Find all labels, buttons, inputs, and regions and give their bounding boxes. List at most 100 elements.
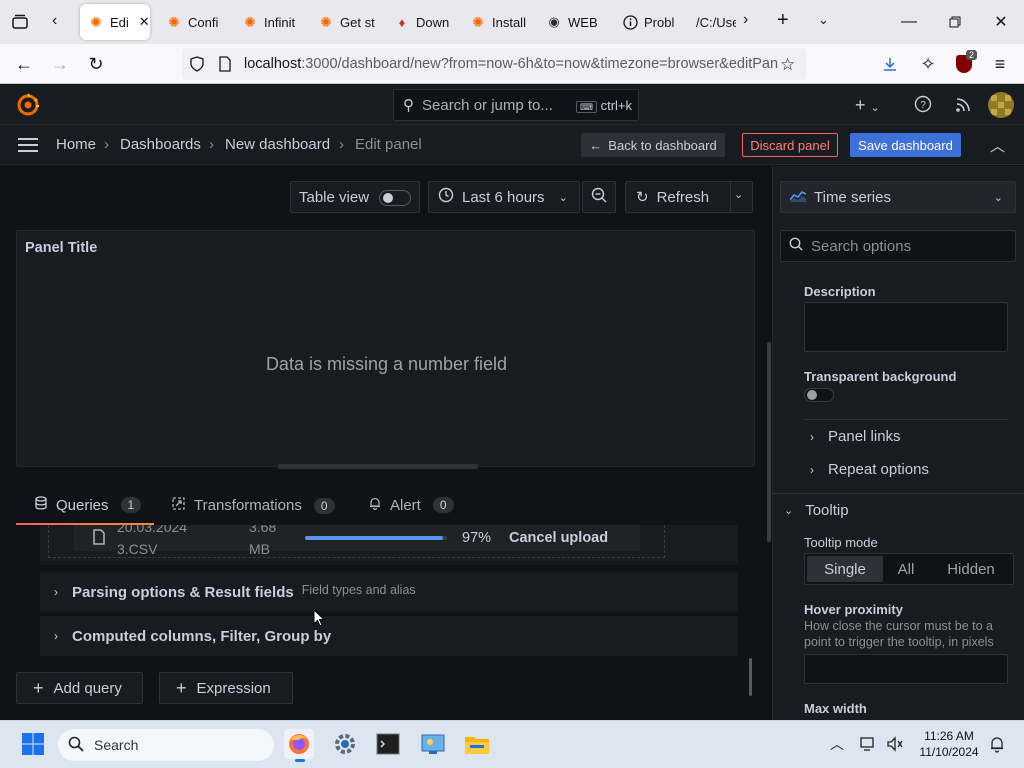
windows-start-icon[interactable] (18, 729, 48, 759)
taskbar-search[interactable]: Search (58, 729, 274, 761)
scrollbar-thumb[interactable] (749, 658, 752, 696)
resize-handle[interactable] (278, 464, 478, 469)
control-panel-icon[interactable] (418, 729, 448, 759)
search-placeholder: Search or jump to... (422, 96, 553, 114)
tab-edit-panel[interactable]: ✺ Edi ✕ (80, 4, 150, 40)
tooltip-mode-hidden[interactable]: Hidden (931, 561, 1011, 578)
news-rss-icon[interactable] (955, 95, 973, 113)
panel-links-section[interactable]: › Panel links (810, 428, 901, 445)
page-info-icon[interactable] (218, 56, 234, 72)
tab-transformations[interactable]: Transformations 0 (171, 496, 335, 515)
visualization-label: Time series (814, 188, 891, 206)
chevron-right-icon: › (810, 429, 814, 444)
panel-title[interactable]: Panel Title (25, 240, 97, 256)
hover-proximity-input[interactable] (804, 654, 1008, 684)
tab-overview-icon[interactable] (10, 12, 30, 32)
tab-label: /C:/Use (696, 14, 736, 30)
tooltip-section[interactable]: ⌄ Tooltip (784, 502, 849, 519)
add-expression-button[interactable]: + Expression (159, 672, 293, 704)
forward-arrow-icon[interactable]: → (44, 48, 76, 80)
tab-problem[interactable]: Probl (614, 4, 682, 40)
minimize-icon[interactable]: — (886, 0, 932, 44)
breadcrumb-home[interactable]: Home (56, 136, 96, 153)
chevron-down-icon: ⌄ (993, 191, 1003, 204)
divider (772, 493, 1024, 494)
settings-gear-icon[interactable] (330, 729, 360, 759)
help-icon[interactable]: ? (914, 95, 932, 113)
chevron-up-icon[interactable]: ︿ (990, 135, 1005, 156)
back-to-dashboard-button[interactable]: ← Back to dashboard (581, 133, 725, 157)
tab-file[interactable]: /C:/Use (690, 4, 736, 40)
reload-icon[interactable]: ↻ (80, 48, 112, 80)
firefox-icon[interactable] (284, 729, 314, 759)
breadcrumb-new-dashboard[interactable]: New dashboard (225, 136, 330, 153)
table-view-toggle[interactable]: Table view (290, 181, 420, 213)
tab-alert[interactable]: Alert 0 (368, 496, 454, 514)
description-textarea[interactable] (804, 302, 1008, 352)
computed-columns-section[interactable]: › Computed columns, Filter, Group by (40, 616, 738, 656)
tab-infinity[interactable]: ✺ Infinit (234, 4, 302, 40)
grafana-icon: ✺ (168, 13, 180, 30)
network-icon[interactable] (860, 736, 878, 752)
new-tab-icon[interactable]: + (777, 9, 789, 32)
hamburger-menu-icon[interactable] (18, 137, 38, 153)
notification-bell-icon[interactable] (988, 735, 1006, 753)
upload-filename-line2: 3.CSV (117, 541, 158, 557)
tab-download[interactable]: ♦ Down (386, 4, 454, 40)
terminal-icon[interactable] (373, 729, 403, 759)
tab-get-started[interactable]: ✺ Get st (310, 4, 378, 40)
chevron-down-icon[interactable]: ⌄ (734, 188, 743, 201)
tooltip-mode-single[interactable]: Single (807, 561, 883, 578)
add-new-icon[interactable]: + ⌄ (855, 95, 880, 116)
global-search-input[interactable]: ⚲ Search or jump to... ⌨ ctrl+k (393, 89, 639, 121)
time-range-picker[interactable]: Last 6 hours ⌄ (428, 181, 580, 213)
refresh-button[interactable]: ↻ Refresh ⌄ (625, 181, 753, 213)
url-bar[interactable]: localhost:3000/dashboard/new?from=now-6h… (182, 48, 806, 80)
tooltip-mode-all[interactable]: All (885, 561, 927, 578)
visualization-picker[interactable]: Time series ⌄ (780, 181, 1016, 213)
cancel-upload-button[interactable]: Cancel upload (509, 530, 608, 546)
arrow-left-icon: ← (589, 137, 603, 153)
breadcrumb-dashboards[interactable]: Dashboards (120, 136, 201, 153)
downloads-icon[interactable] (874, 48, 906, 80)
search-options-input[interactable]: Search options (780, 230, 1016, 262)
tab-config[interactable]: ✺ Confi (158, 4, 226, 40)
scroll-tabs-right-icon[interactable]: › (743, 11, 748, 29)
plus-icon: + (176, 677, 187, 698)
maximize-icon[interactable] (932, 0, 978, 44)
file-explorer-icon[interactable] (462, 729, 492, 759)
menu-icon[interactable]: ≡ (984, 48, 1016, 80)
shield-icon[interactable] (190, 56, 210, 72)
tooltip-mode-label: Tooltip mode (804, 535, 878, 550)
save-dashboard-button[interactable]: Save dashboard (850, 133, 961, 157)
scroll-tabs-left-icon[interactable]: ‹ (52, 12, 70, 32)
tab-install[interactable]: ✺ Install (462, 4, 532, 40)
list-tabs-icon[interactable]: ⌄ (818, 12, 829, 28)
tab-web[interactable]: ◉ WEB (538, 4, 606, 40)
add-query-button[interactable]: + Add query (16, 672, 143, 704)
volume-muted-icon[interactable] (886, 736, 904, 752)
panel-links-label: Panel links (828, 428, 901, 445)
tab-queries[interactable]: Queries 1 (34, 496, 142, 514)
parsing-options-section[interactable]: › Parsing options & Result fields Field … (40, 572, 738, 612)
user-avatar[interactable] (988, 92, 1014, 118)
discard-panel-button[interactable]: Discard panel (742, 133, 838, 157)
main-scrollbar-thumb[interactable] (767, 342, 771, 542)
zoom-out-button[interactable] (582, 181, 616, 213)
repeat-options-section[interactable]: › Repeat options (810, 461, 929, 478)
bookmark-star-icon[interactable]: ☆ (780, 55, 795, 75)
close-window-icon[interactable]: ✕ (978, 0, 1024, 44)
extensions-icon[interactable]: ✧ (912, 48, 944, 80)
transparent-background-toggle[interactable] (804, 388, 834, 402)
toggle-switch[interactable] (379, 190, 411, 206)
clock-time[interactable]: 11:26 AM (916, 729, 982, 743)
clock-date[interactable]: 11/10/2024 (916, 745, 982, 759)
breadcrumb-separator-icon: › (209, 136, 214, 153)
grafana-logo-icon[interactable] (16, 93, 40, 117)
close-tab-icon[interactable]: ✕ (139, 14, 150, 30)
tab-count-badge: 0 (432, 497, 454, 513)
ublock-icon[interactable]: 2 (948, 48, 980, 80)
back-arrow-icon[interactable]: ← (8, 48, 40, 80)
show-hidden-icons-icon[interactable]: ︿ (830, 734, 844, 754)
upload-progress-track (305, 536, 447, 540)
